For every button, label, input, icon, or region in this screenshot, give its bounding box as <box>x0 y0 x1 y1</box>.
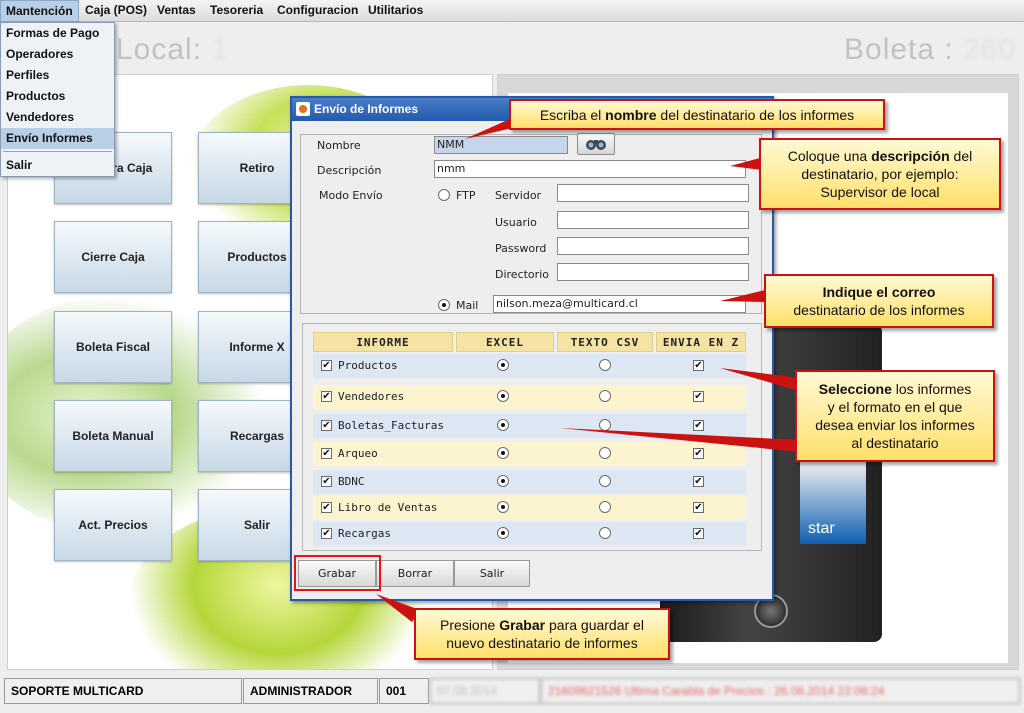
dropdown-item-envio-informes[interactable]: Envío Informes <box>1 128 114 149</box>
dropdown-separator <box>3 151 112 152</box>
dropdown-item-productos[interactable]: Productos <box>1 86 114 107</box>
mantencion-dropdown: Formas de Pago Operadores Perfiles Produ… <box>0 22 115 177</box>
callout-descripcion-text-3: Supervisor de local <box>820 184 940 200</box>
callout-descripcion-text-1: Coloque una <box>787 148 872 164</box>
callout-descripcion-bold: descripción <box>871 148 950 164</box>
callout-seleccione-text-3: desea enviar los informes <box>815 417 975 433</box>
dropdown-item-formas-de-pago[interactable]: Formas de Pago <box>1 23 114 44</box>
dropdown-item-salir[interactable]: Salir <box>1 155 114 176</box>
dropdown-item-perfiles[interactable]: Perfiles <box>1 65 114 86</box>
callout-correo-text: destinatario de los informes <box>793 302 965 318</box>
callout-seleccione: Seleccione los informes y el formato en … <box>795 370 995 462</box>
callout-grabar-bold: Grabar <box>499 617 546 633</box>
callout-nombre-text-2: del destinatario de los informes <box>656 106 855 123</box>
callout-grabar: Presione Grabar para guardar el nuevo de… <box>414 608 670 660</box>
callout-correo-bold: Indique el correo <box>822 284 936 300</box>
callout-descripcion: Coloque una descripción del destinatario… <box>759 138 1001 210</box>
callout-seleccione-text-1: los informes <box>891 381 972 397</box>
dropdown-item-operadores[interactable]: Operadores <box>1 44 114 65</box>
callout-grabar-text-1: Presione <box>440 617 500 633</box>
callout-seleccione-text-4: al destinatario <box>851 435 939 451</box>
callout-grabar-text-3: nuevo destinatario de informes <box>446 635 638 651</box>
callout-seleccione-bold: Seleccione <box>818 381 892 397</box>
callout-nombre: Escriba el nombre del destinatario de lo… <box>509 99 885 130</box>
callout-seleccione-text-2: y el formato en el que <box>827 399 963 415</box>
callout-nombre-bold: nombre <box>605 106 657 123</box>
callout-grabar-text-2: para guardar el <box>545 617 644 633</box>
callout-nombre-text-1: Escriba el <box>539 106 606 123</box>
callout-correo: Indique el correo destinatario de los in… <box>764 274 994 328</box>
dropdown-item-vendedores[interactable]: Vendedores <box>1 107 114 128</box>
